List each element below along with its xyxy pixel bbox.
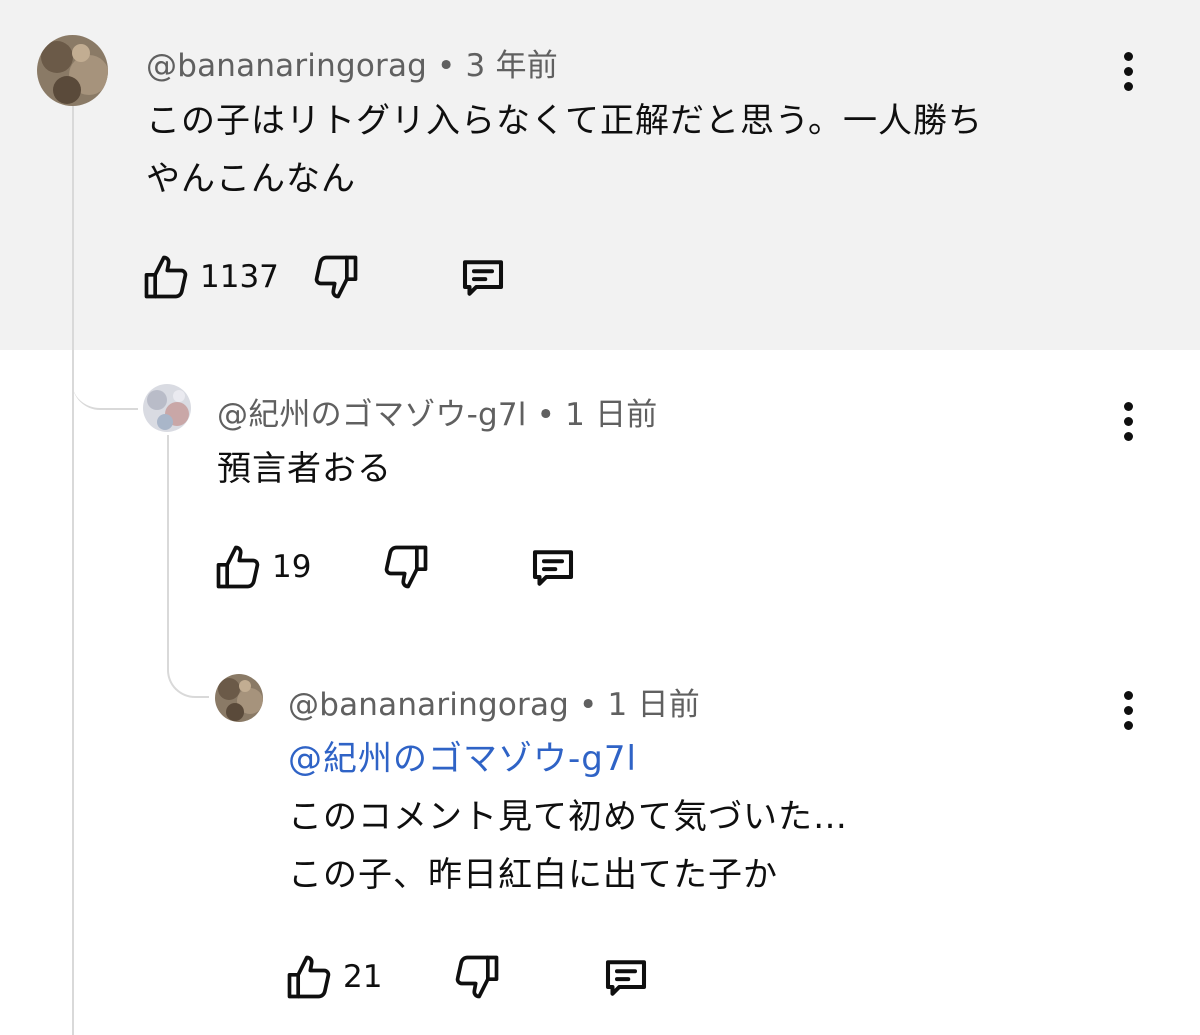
- reply-button[interactable]: [526, 541, 580, 595]
- thread-connector-1: [72, 340, 138, 410]
- dislike-button[interactable]: [310, 251, 362, 303]
- like-count: 21: [343, 959, 383, 995]
- avatar[interactable]: [215, 674, 263, 722]
- comment-meta: @bananaringorag • 1 日前: [288, 679, 700, 724]
- comment-line: この子、昨日紅白に出てた子か: [288, 855, 778, 895]
- dislike-icon: [384, 545, 428, 589]
- comment-meta: @bananaringorag • 3 年前: [146, 40, 558, 85]
- avatar[interactable]: [143, 384, 191, 432]
- like-button[interactable]: 1137: [140, 247, 279, 307]
- like-icon: [287, 955, 331, 999]
- comment-time[interactable]: 1 日前: [608, 687, 700, 723]
- comment-time[interactable]: 1 日前: [565, 397, 657, 433]
- reply-icon: [605, 960, 647, 996]
- dislike-icon: [455, 955, 499, 999]
- thread-line-main: [72, 105, 74, 1035]
- like-button[interactable]: 21: [283, 947, 382, 1007]
- comment-line: 預言者おる: [217, 449, 392, 489]
- author-name[interactable]: @bananaringorag: [146, 48, 427, 84]
- comment-text: この子はリトグリ入らなくて正解だと思う。一人勝ち やんこんなん: [146, 92, 983, 208]
- meta-separator: •: [536, 397, 556, 433]
- comment-line: このコメント見て初めて気づいた…: [288, 797, 848, 837]
- author-name[interactable]: @bananaringorag: [288, 687, 569, 723]
- dislike-icon: [314, 255, 358, 299]
- like-button[interactable]: 19: [212, 537, 311, 597]
- comment-line: この子はリトグリ入らなくて正解だと思う。一人勝ち: [146, 101, 983, 141]
- more-options-icon[interactable]: [1108, 391, 1148, 451]
- like-count: 19: [272, 549, 312, 585]
- like-icon: [216, 545, 260, 589]
- avatar[interactable]: [37, 35, 108, 106]
- more-options-icon[interactable]: [1108, 41, 1148, 101]
- like-count: 1137: [200, 259, 279, 295]
- comment-time[interactable]: 3 年前: [466, 48, 558, 84]
- reply-icon: [532, 550, 574, 586]
- dislike-button[interactable]: [451, 951, 503, 1003]
- meta-separator: •: [579, 687, 598, 723]
- reply-button[interactable]: [456, 251, 510, 305]
- comment-meta: @紀州のゴマゾウ-g7l • 1 日前: [217, 389, 658, 434]
- meta-separator: •: [437, 48, 456, 84]
- comment-text: @紀州のゴマゾウ-g7l このコメント見て初めて気づいた… この子、昨日紅白に出…: [288, 730, 848, 904]
- reply-icon: [462, 260, 504, 296]
- reply-button[interactable]: [599, 951, 653, 1005]
- thread-connector-2: [167, 630, 209, 698]
- comment-line: やんこんなん: [146, 159, 356, 199]
- more-options-icon[interactable]: [1108, 680, 1148, 740]
- like-icon: [144, 255, 188, 299]
- dislike-button[interactable]: [380, 541, 432, 593]
- mention-link[interactable]: @紀州のゴマゾウ-g7l: [288, 730, 848, 788]
- comment-text: 預言者おる: [217, 440, 392, 498]
- author-name[interactable]: @紀州のゴマゾウ-g7l: [217, 397, 527, 433]
